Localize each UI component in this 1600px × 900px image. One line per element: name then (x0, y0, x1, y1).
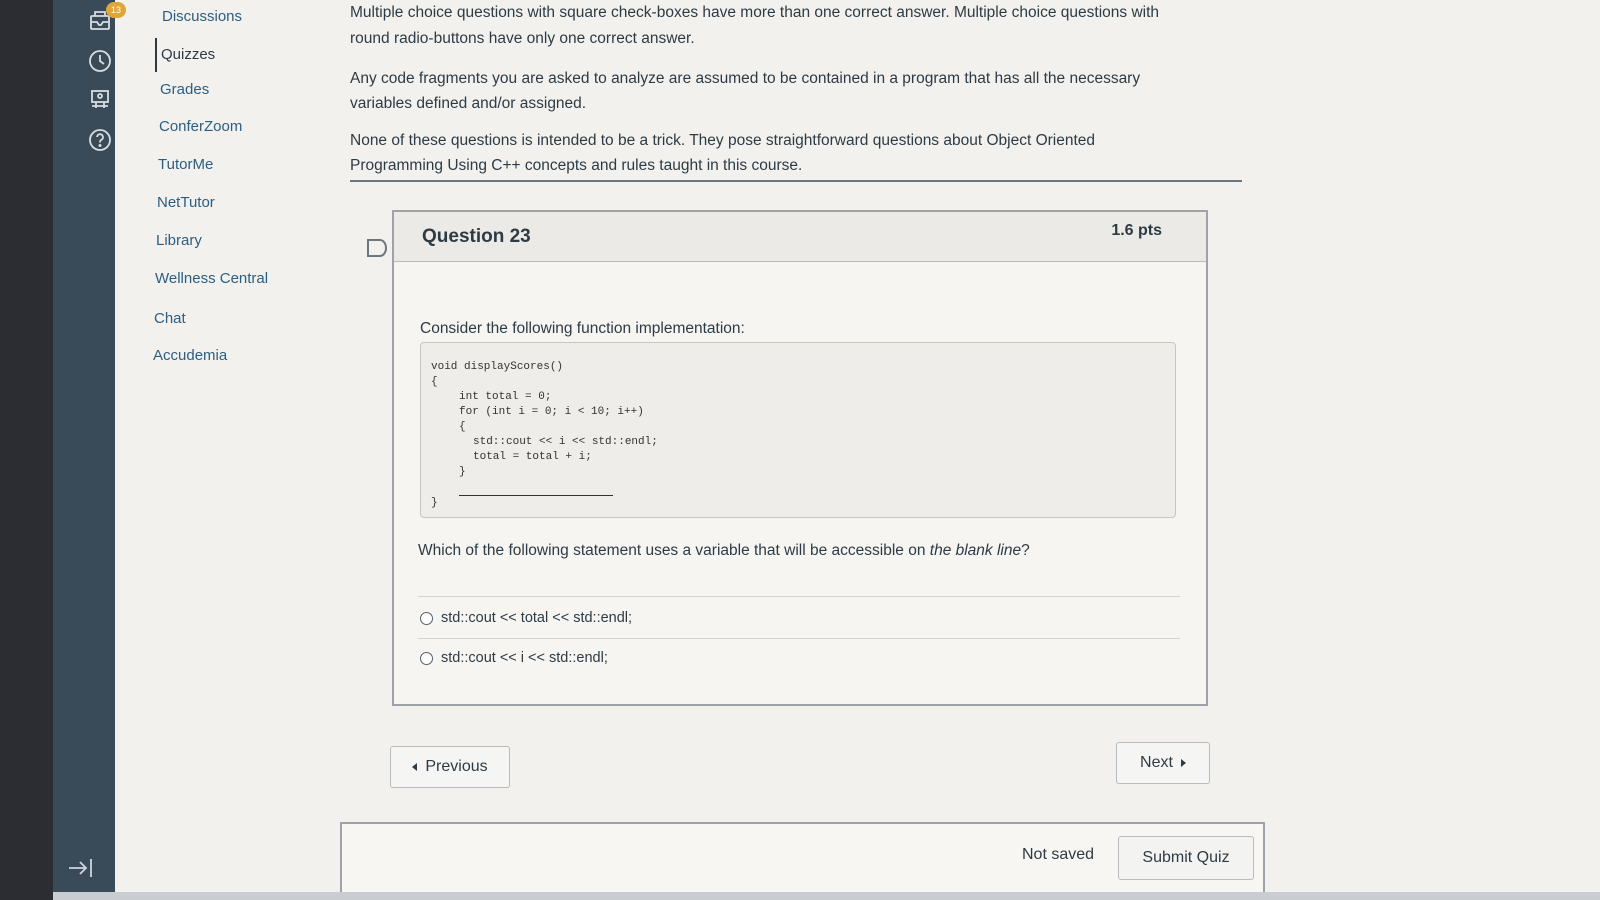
question-ask-text: Which of the following statement uses a … (418, 542, 930, 559)
question-ask-emphasis: the blank line (929, 542, 1022, 559)
code-line: int total = 0; (459, 391, 552, 403)
save-status: Not saved (1022, 846, 1095, 863)
answer-option-i[interactable]: std::cout << i << std::endl; (420, 650, 608, 666)
previous-label: Previous (425, 758, 488, 775)
answer-option-total[interactable]: std::cout << total << std::endl; (420, 610, 632, 626)
code-line: for (int i = 0; i < 10; i++) (459, 406, 644, 418)
submit-quiz-label: Submit Quiz (1142, 849, 1230, 866)
instruction-line: None of these questions is intended to b… (350, 132, 1096, 149)
next-label: Next (1140, 754, 1173, 771)
course-nav-library[interactable]: Library (156, 232, 202, 249)
course-nav-discussions[interactable]: Discussions (162, 8, 242, 25)
question-prompt: Consider the following function implemen… (420, 320, 745, 337)
previous-button[interactable]: Previous (390, 746, 510, 788)
course-nav-grades[interactable]: Grades (160, 81, 209, 98)
inbox-badge: 13 (106, 2, 126, 18)
code-line: } (459, 466, 466, 478)
answer-label: std::cout << i << std::endl; (441, 650, 608, 666)
instruction-line: variables defined and/or assigned. (350, 95, 587, 112)
next-button[interactable]: Next (1116, 742, 1210, 784)
answer-label: std::cout << total << std::endl; (441, 610, 633, 626)
help-icon[interactable] (86, 126, 114, 154)
code-line: std::cout << i << std::endl; (473, 436, 658, 448)
course-nav-chat[interactable]: Chat (154, 310, 186, 327)
radio-button[interactable] (420, 651, 433, 665)
answer-separator (418, 596, 1180, 597)
radio-button[interactable] (420, 611, 433, 625)
question-points: 1.6 pts (1111, 222, 1162, 239)
collapse-nav-icon[interactable] (66, 854, 96, 882)
instruction-line: Any code fragments you are asked to anal… (350, 70, 1141, 87)
divider (350, 180, 1242, 182)
code-line: { (431, 376, 438, 388)
question-ask: Which of the following statement uses a … (418, 542, 1030, 560)
course-nav-wellness-central[interactable]: Wellness Central (155, 270, 268, 287)
flag-question-icon[interactable] (366, 238, 388, 258)
question-card: Question 23 1.6 pts Consider the followi… (392, 210, 1208, 706)
code-block: void displayScores() { int total = 0; fo… (420, 342, 1176, 518)
course-nav-quizzes[interactable]: Quizzes (155, 38, 215, 72)
code-blank-line (459, 495, 613, 496)
question-header: Question 23 1.6 pts (394, 212, 1206, 262)
history-icon[interactable] (86, 47, 114, 75)
code-line: total = total + i; (473, 451, 592, 463)
code-line: void displayScores() (431, 361, 564, 373)
question-ask-end: ? (1021, 542, 1030, 559)
code-line: { (459, 421, 466, 433)
global-nav (0, 0, 53, 900)
bottom-scroll-track (53, 892, 1600, 900)
caret-right-icon (1180, 759, 1186, 767)
course-nav-nettutor[interactable]: NetTutor (157, 194, 215, 211)
caret-left-icon (412, 763, 418, 771)
course-nav-tutorme[interactable]: TutorMe (158, 156, 213, 173)
course-nav-conferzoom[interactable]: ConferZoom (159, 118, 242, 135)
code-line: } (431, 497, 438, 509)
submit-quiz-button[interactable]: Submit Quiz (1118, 836, 1254, 880)
question-title: Question 23 (422, 226, 531, 247)
instruction-line: Programming Using C++ concepts and rules… (350, 157, 803, 174)
answer-separator (418, 638, 1180, 639)
instruction-line: Multiple choice questions with square ch… (350, 4, 1160, 21)
course-nav-accudemia[interactable]: Accudemia (153, 347, 227, 364)
commons-icon[interactable] (86, 86, 114, 114)
instruction-line: round radio-buttons have only one correc… (350, 30, 695, 47)
